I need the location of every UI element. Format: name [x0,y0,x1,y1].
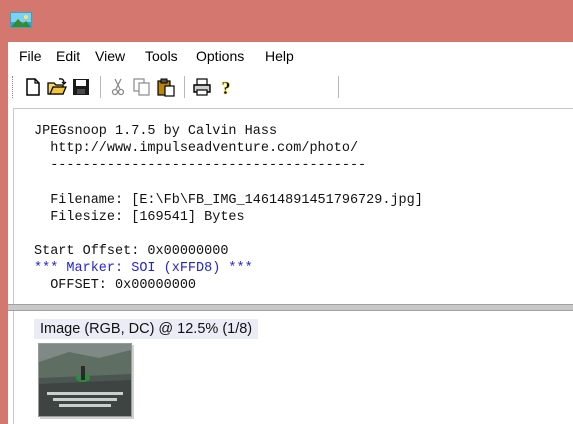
save-icon[interactable] [71,77,91,97]
toolbar-separator [100,76,101,98]
open-icon[interactable] [47,77,67,97]
paste-icon[interactable] [156,77,176,97]
toolbar-grip[interactable] [12,76,15,98]
log-line-divider: --------------------------------------- [34,158,367,173]
menu-view[interactable]: View [95,48,125,64]
log-line-filename: Filename: [E:\Fb\FB_IMG_1461489145179672… [34,193,423,208]
image-preview-pane: Image (RGB, DC) @ 12.5% (1/8) [13,311,573,424]
log-line-filesize: Filesize: [169541] Bytes [34,210,245,225]
app-icon [10,12,32,28]
menu-tools[interactable]: Tools [145,48,178,64]
new-icon[interactable] [23,77,43,97]
menu-bar: File Edit View Tools Options Help [8,43,573,67]
menu-edit[interactable]: Edit [56,48,80,64]
toolbar-end-separator [338,76,339,98]
image-thumbnail[interactable] [38,343,132,417]
toolbar-separator [184,76,185,98]
log-line-url: http://www.impulseadventure.com/photo/ [34,141,359,156]
cut-icon[interactable] [108,77,128,97]
svg-text:?: ? [222,78,231,97]
log-output-pane[interactable]: JPEGsnoop 1.7.5 by Calvin Hass http://ww… [13,108,573,304]
menu-file[interactable]: File [19,48,42,64]
help-icon[interactable]: ? [216,77,236,97]
pane-splitter[interactable] [8,304,573,311]
log-line-start-offset: Start Offset: 0x00000000 [34,244,229,259]
image-caption: Image (RGB, DC) @ 12.5% (1/8) [34,319,259,339]
log-line-marker: *** Marker: SOI (xFFD8) *** [34,261,253,276]
copy-icon[interactable] [132,77,152,97]
log-line-offset: OFFSET: 0x00000000 [34,278,197,293]
thumbnail-image [39,344,131,416]
print-icon[interactable] [192,77,212,97]
title-bar[interactable] [0,0,573,42]
menu-help[interactable]: Help [265,48,294,64]
log-line-title: JPEGsnoop 1.7.5 by Calvin Hass [34,124,278,139]
menu-options[interactable]: Options [196,48,244,64]
toolbar: ? [8,70,573,104]
